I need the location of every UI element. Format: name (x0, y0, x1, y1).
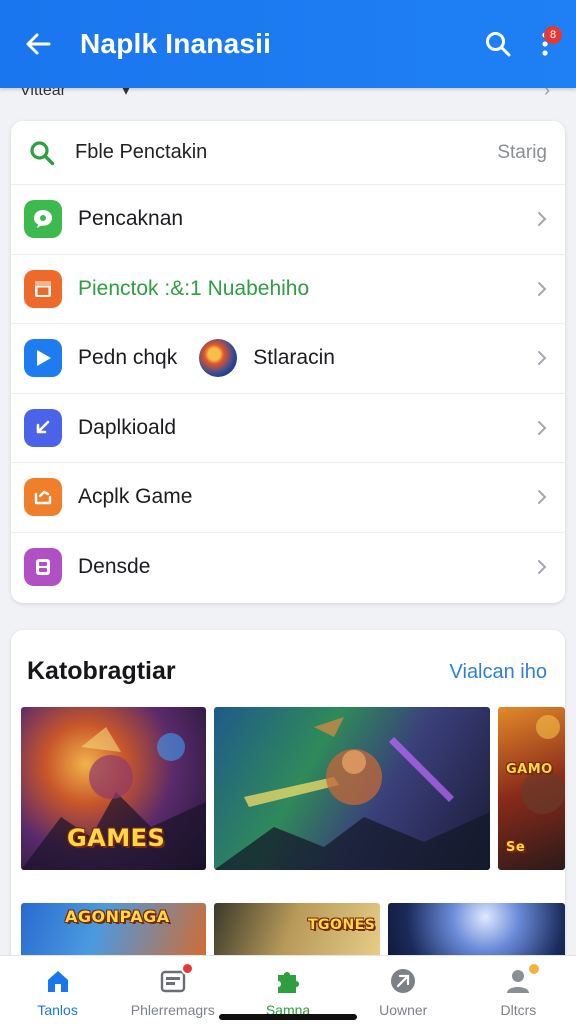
chevron-right-icon: › (544, 88, 550, 100)
play-icon (24, 339, 62, 378)
search-input[interactable] (75, 141, 498, 164)
nav-item-home[interactable]: Tanlos (0, 956, 115, 1024)
person-icon (503, 964, 540, 996)
view-all-link[interactable]: Vialcan iho (450, 661, 547, 684)
menu-item-label: Pedn chqk (78, 346, 178, 370)
game-avatar-icon (199, 339, 238, 378)
app-header: Naplk Inanasii 8 (0, 0, 576, 88)
game-tile-label: AGONPAGA (65, 907, 170, 926)
caret-down-icon: ▾ (122, 88, 131, 99)
game-tile-label: GAMES (67, 824, 166, 852)
chevron-right-icon (535, 557, 549, 577)
menu-item-daplkioald[interactable]: Daplkioald (11, 394, 565, 463)
section-title: Katobragtiar (27, 657, 176, 685)
back-button[interactable] (18, 24, 58, 64)
search-bar: Starig (11, 121, 565, 185)
puzzle-icon (273, 966, 303, 996)
shield-icon (388, 966, 418, 996)
game-tile[interactable] (214, 707, 490, 870)
device-icon (24, 548, 62, 587)
nav-item-messages[interactable]: Phlerremagrs (115, 956, 230, 1024)
game-tile[interactable]: GAMO Se (498, 707, 565, 870)
search-icon (486, 32, 511, 57)
more-button[interactable]: 8 (530, 24, 562, 64)
nav-label: Tanlos (37, 1002, 78, 1018)
search-button[interactable] (478, 24, 518, 64)
menu-item-pedn-chqk[interactable]: Pedn chqk Stlaracin (11, 324, 565, 394)
menu-item-label: Pienctok :&:1 Nuabehiho (78, 276, 310, 300)
partial-row[interactable]: Vittear ▾ › (0, 88, 576, 102)
page-title: Naplk Inanasii (80, 28, 272, 59)
chat-bubble-icon (24, 200, 62, 239)
notification-badge: 8 (544, 26, 562, 44)
search-icon (27, 138, 57, 168)
menu-item-label: Acplk Game (78, 485, 193, 509)
game-tile[interactable]: GAMES (21, 707, 206, 870)
nav-badge (180, 962, 194, 975)
game-tile-label: TGONES (308, 917, 376, 933)
menu-item-densde[interactable]: Densde (11, 533, 565, 603)
game-tile[interactable]: TGONES (214, 903, 380, 960)
menu-item-pencaknan[interactable]: Pencaknan (11, 185, 565, 255)
chevron-right-icon (535, 487, 549, 507)
game-tile[interactable] (388, 903, 565, 960)
nav-dot (529, 964, 540, 974)
game-tile-label: GAMO Se (506, 762, 553, 855)
menu-item-label: Densde (78, 555, 151, 579)
menu-item-acplk-game[interactable]: Acplk Game (11, 463, 565, 533)
nav-item-owner[interactable]: Uowner (346, 956, 461, 1024)
game-tile[interactable]: AGONPAGA (21, 903, 206, 960)
menu-item-label: Daplkioald (78, 415, 177, 439)
games-section: Katobragtiar Vialcan iho GAMES GAMO Se A… (11, 630, 565, 960)
arrow-left-icon (26, 33, 51, 55)
menu-item-pienctok[interactable]: Pienctok :&:1 Nuabehiho (11, 255, 565, 324)
partial-row-label: Vittear (20, 88, 66, 99)
nav-label: Dltcrs (500, 1002, 537, 1018)
search-action[interactable]: Starig (497, 142, 547, 164)
download-icon (24, 408, 62, 447)
box-icon (24, 269, 62, 308)
menu-card: Starig Pencaknan Pienctok :&:1 Nuabehiho (11, 121, 565, 603)
chevron-right-icon (535, 418, 549, 438)
nav-label: Uowner (379, 1002, 428, 1018)
nav-label: Phlerremagrs (130, 1002, 215, 1018)
home-indicator (219, 1014, 357, 1020)
chevron-right-icon (535, 348, 549, 368)
menu-item-label: Pencaknan (78, 207, 184, 231)
chevron-right-icon (535, 279, 549, 299)
home-icon (43, 966, 73, 996)
inbox-icon (158, 962, 194, 996)
chevron-right-icon (535, 209, 549, 229)
nav-item-others[interactable]: Dltcrs (461, 956, 576, 1024)
menu-item-extra: Stlaracin (253, 346, 335, 370)
game-icon (24, 478, 62, 517)
